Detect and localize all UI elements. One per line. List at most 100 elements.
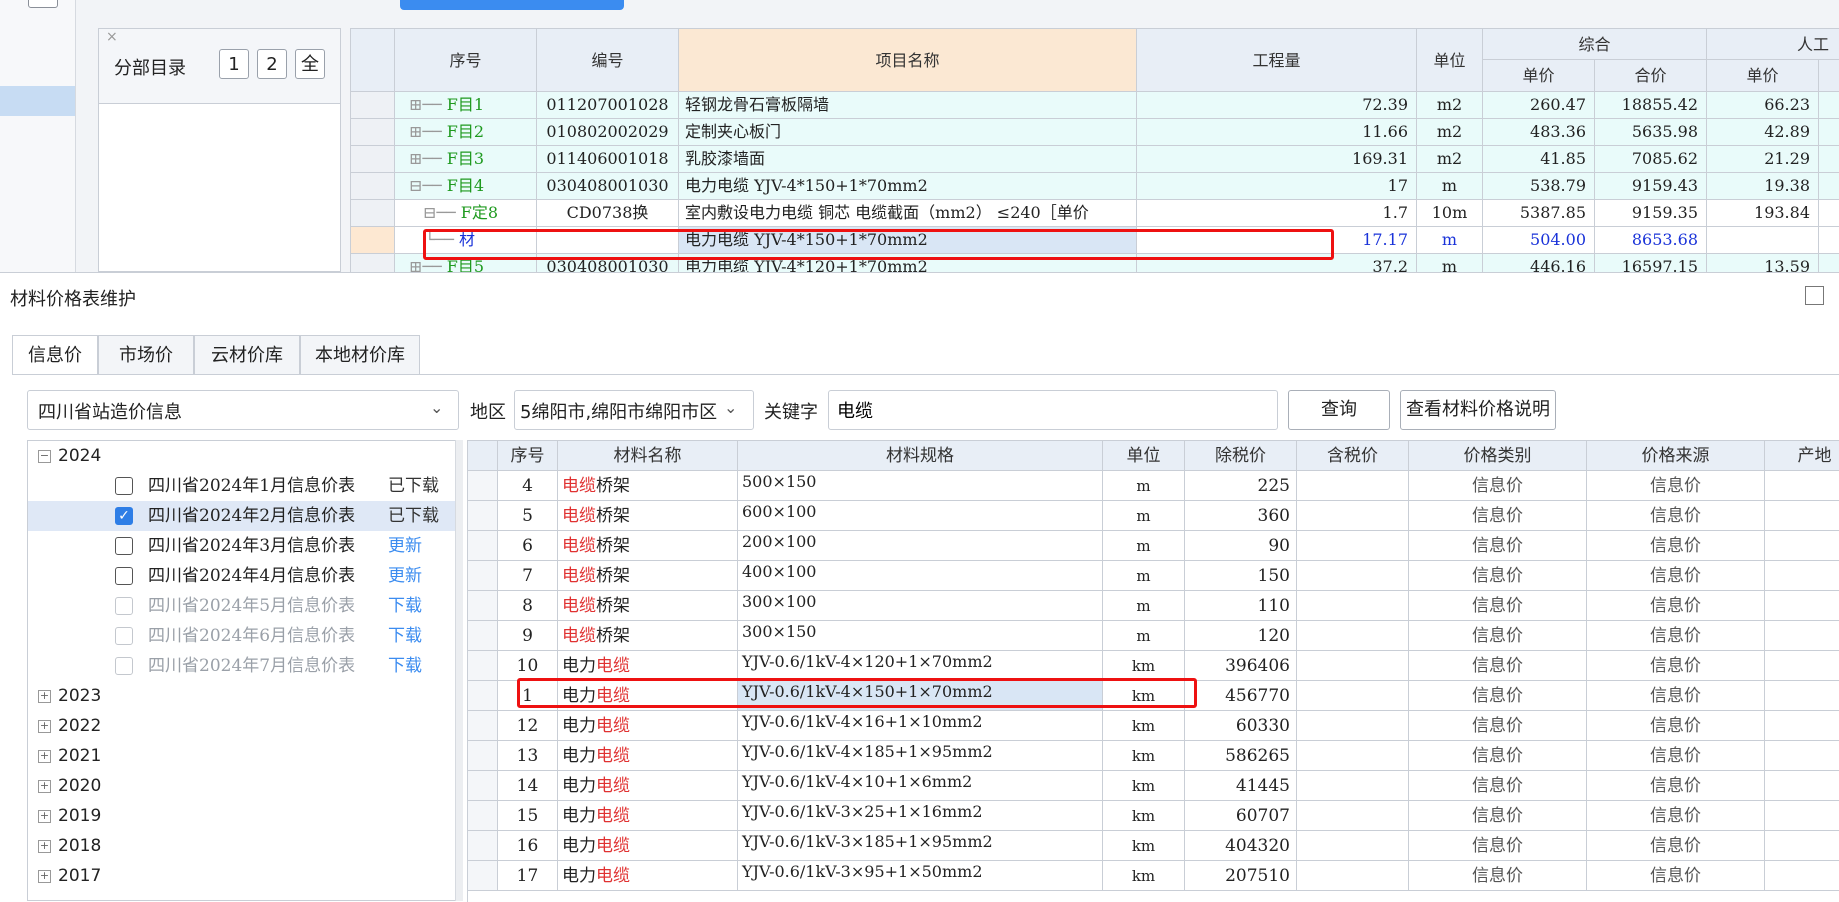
cell-unit[interactable]: m	[1103, 531, 1185, 561]
col-header[interactable]: 价格类别	[1409, 441, 1587, 471]
row-header[interactable]	[468, 501, 498, 531]
cell-total-price[interactable]: 9159.43	[1595, 173, 1707, 200]
cell-price-source[interactable]: 信息价	[1587, 591, 1765, 621]
tree-scrollbar[interactable]	[455, 440, 463, 901]
row-header[interactable]	[468, 591, 498, 621]
cell-material-name[interactable]: 电缆桥架	[558, 531, 738, 561]
cell-price-inc-tax[interactable]	[1297, 471, 1409, 501]
cell-spec[interactable]: YJV-0.6/1kV-4×120+1×70mm2	[738, 651, 1103, 681]
col-header[interactable]: 单位	[1103, 441, 1185, 471]
cell-unit[interactable]: m	[1103, 561, 1185, 591]
cell-origin[interactable]	[1765, 681, 1839, 711]
col-header-name[interactable]: 项目名称	[679, 29, 1137, 92]
row-header[interactable]	[351, 200, 395, 227]
cell-price-source[interactable]: 信息价	[1587, 801, 1765, 831]
cell-labor-unit-price[interactable]: 66.23	[1707, 92, 1819, 119]
cell-code[interactable]: 011207001028	[537, 92, 679, 119]
cell-seq[interactable]: ⊟── F定8	[395, 200, 537, 227]
cell-total-price[interactable]: 8653.68	[1595, 227, 1707, 254]
cell-unit[interactable]: m	[1103, 621, 1185, 651]
cell-price-category[interactable]: 信息价	[1409, 561, 1587, 591]
cell-price-category[interactable]: 信息价	[1409, 651, 1587, 681]
cell-total-price[interactable]: 16597.15	[1595, 254, 1707, 273]
cell-labor-unit-price[interactable]: 13.59	[1707, 254, 1819, 273]
row-header[interactable]	[468, 861, 498, 891]
cell-price-inc-tax[interactable]	[1297, 771, 1409, 801]
cell-price-inc-tax[interactable]	[1297, 741, 1409, 771]
cell-seq[interactable]: 17	[498, 861, 558, 891]
month-status[interactable]: 更新	[388, 561, 422, 591]
tree-year-node[interactable]: +2023	[28, 681, 460, 711]
cell-spec[interactable]: 400×100	[738, 561, 1103, 591]
cell-labor-unit-price[interactable]	[1707, 227, 1819, 254]
cell-unit[interactable]: m	[1103, 501, 1185, 531]
cell-price-ex-tax[interactable]: 90	[1185, 531, 1297, 561]
col-header-seq[interactable]: 序号	[395, 29, 537, 92]
cell-price-source[interactable]: 信息价	[1587, 711, 1765, 741]
cell-price-inc-tax[interactable]	[1297, 681, 1409, 711]
cell-unit[interactable]: m2	[1417, 146, 1483, 173]
cell-material-name[interactable]: 电缆桥架	[558, 591, 738, 621]
cell-unit[interactable]: km	[1103, 741, 1185, 771]
cell-price-ex-tax[interactable]: 404320	[1185, 831, 1297, 861]
cell-code[interactable]: 010802002029	[537, 119, 679, 146]
cell-seq[interactable]: 5	[498, 501, 558, 531]
cell-price-category[interactable]: 信息价	[1409, 621, 1587, 651]
col-header-labor-unit-price[interactable]: 单价	[1707, 60, 1819, 92]
cell-price-category[interactable]: 信息价	[1409, 831, 1587, 861]
tab-info-price[interactable]: 信息价	[12, 335, 98, 375]
cell-price-inc-tax[interactable]	[1297, 801, 1409, 831]
cell-spec[interactable]: YJV-0.6/1kV-4×16+1×10mm2	[738, 711, 1103, 741]
cell-price-ex-tax[interactable]: 456770	[1185, 681, 1297, 711]
expand-icon[interactable]: +	[38, 810, 51, 823]
row-header[interactable]	[351, 146, 395, 173]
tab-market-price[interactable]: 市场价	[98, 335, 194, 375]
cell-spec[interactable]: 200×100	[738, 531, 1103, 561]
cell-seq[interactable]: 15	[498, 801, 558, 831]
tab-cloud-price-library[interactable]: 云材价库	[194, 335, 300, 375]
month-checkbox[interactable]	[115, 477, 133, 495]
cell-price-category[interactable]: 信息价	[1409, 591, 1587, 621]
month-status[interactable]: 下载	[388, 591, 422, 621]
cell-price-source[interactable]: 信息价	[1587, 471, 1765, 501]
cell-seq[interactable]: ⊞── F目3	[395, 146, 537, 173]
cell-unit[interactable]: m	[1417, 227, 1483, 254]
col-header[interactable]: 材料规格	[738, 441, 1103, 471]
cell-unit-price[interactable]: 41.85	[1483, 146, 1595, 173]
col-header-unit[interactable]: 单位	[1417, 29, 1483, 92]
cell-seq[interactable]: 6	[498, 531, 558, 561]
expand-icon[interactable]: +	[38, 720, 51, 733]
cell-price-inc-tax[interactable]	[1297, 831, 1409, 861]
maximize-icon[interactable]	[1805, 286, 1824, 305]
cell-quantity[interactable]: 1.7	[1137, 200, 1417, 227]
cell-origin[interactable]	[1765, 801, 1839, 831]
cell-spec[interactable]: 600×100	[738, 501, 1103, 531]
cell-seq[interactable]: 16	[498, 831, 558, 861]
cell-price-inc-tax[interactable]	[1297, 531, 1409, 561]
cell-price-ex-tax[interactable]: 360	[1185, 501, 1297, 531]
left-nav-selected-item[interactable]	[0, 86, 75, 116]
cell-quantity[interactable]: 11.66	[1137, 119, 1417, 146]
cell-spec[interactable]: 300×150	[738, 621, 1103, 651]
cell-seq[interactable]: 8	[498, 591, 558, 621]
cell-labor-unit-price[interactable]: 21.29	[1707, 146, 1819, 173]
cell-material-name[interactable]: 电力电缆	[558, 831, 738, 861]
col-header[interactable]: 序号	[498, 441, 558, 471]
row-header[interactable]	[468, 531, 498, 561]
cell-origin[interactable]	[1765, 831, 1839, 861]
cell-name[interactable]: 室内敷设电力电缆 铜芯 电缆截面（mm2） ≤240［单价	[679, 200, 1137, 227]
cell-unit[interactable]: m	[1417, 173, 1483, 200]
cell-seq[interactable]: 12	[498, 711, 558, 741]
cell-material-name[interactable]: 电缆桥架	[558, 561, 738, 591]
query-button[interactable]: 查询	[1288, 390, 1390, 430]
tree-year-node[interactable]: +2021	[28, 741, 460, 771]
row-header[interactable]	[468, 741, 498, 771]
cell-price-category[interactable]: 信息价	[1409, 801, 1587, 831]
cell-price-source[interactable]: 信息价	[1587, 561, 1765, 591]
cell-unit[interactable]: km	[1103, 831, 1185, 861]
tree-month-item[interactable]: 四川省2024年4月信息价表 更新	[28, 561, 460, 591]
cell-price-category[interactable]: 信息价	[1409, 681, 1587, 711]
cell-labor-unit-price[interactable]: 193.84	[1707, 200, 1819, 227]
tree-month-item[interactable]: 四川省2024年1月信息价表 已下载	[28, 471, 460, 501]
cell-origin[interactable]	[1765, 651, 1839, 681]
